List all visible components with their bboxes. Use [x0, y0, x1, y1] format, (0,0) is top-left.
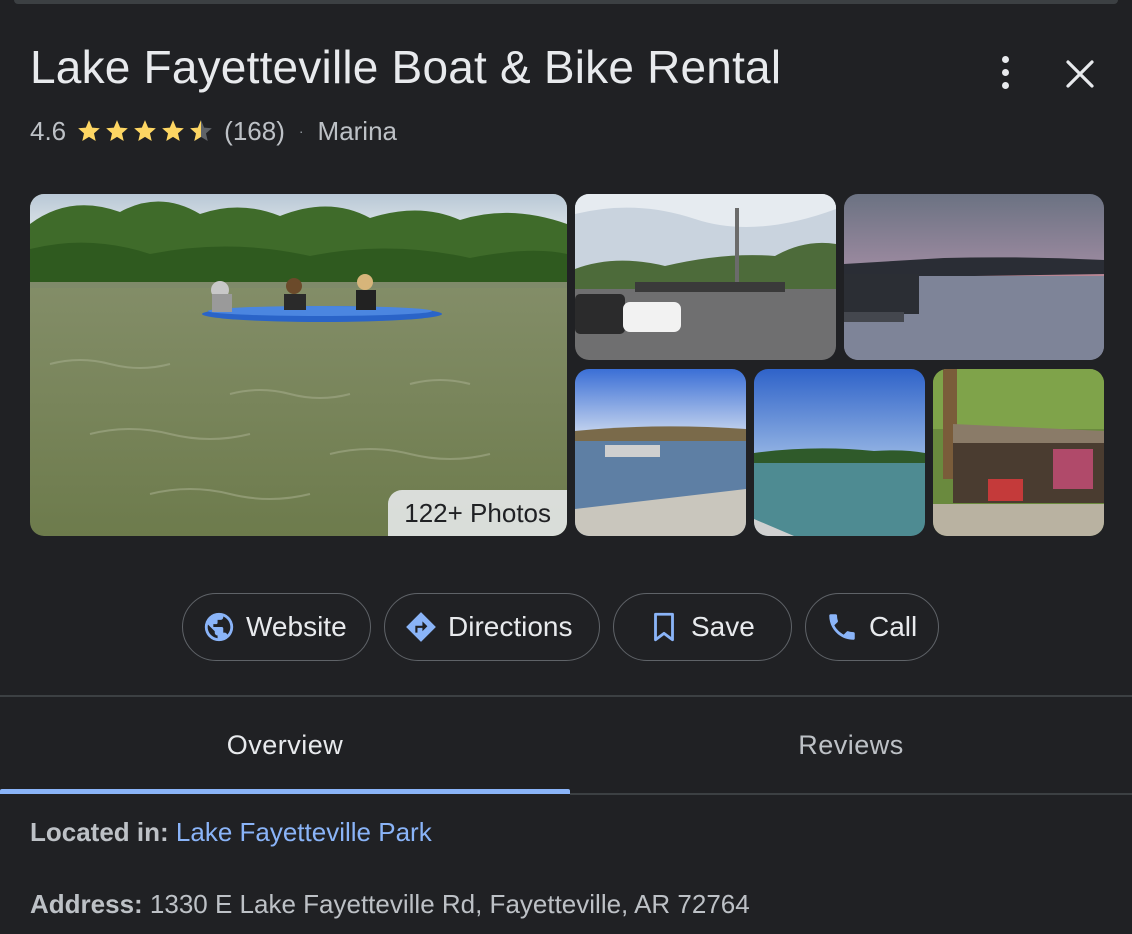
lake-dock-image: [575, 369, 746, 536]
action-buttons: Website Directions Save Call: [0, 593, 1132, 663]
star-icon: [134, 120, 156, 141]
active-tab-indicator: [0, 789, 570, 794]
close-icon: [1066, 60, 1094, 88]
main-photo[interactable]: 122+ Photos: [30, 194, 567, 536]
call-button[interactable]: Call: [805, 593, 939, 661]
close-button[interactable]: [1060, 54, 1100, 94]
place-category[interactable]: Marina: [318, 116, 397, 147]
photo-lake-dock[interactable]: [575, 369, 746, 536]
more-options-button[interactable]: [990, 50, 1022, 94]
address-row: Address: 1330 E Lake Fayetteville Rd, Fa…: [30, 889, 750, 920]
parking-lot-image: [575, 194, 836, 360]
open-lake-image: [754, 369, 925, 536]
website-button[interactable]: Website: [182, 593, 371, 661]
address-value[interactable]: 1330 E Lake Fayetteville Rd, Fayettevill…: [150, 889, 750, 919]
address-label: Address:: [30, 889, 150, 919]
directions-icon: [404, 610, 438, 644]
located-in-label: Located in:: [30, 817, 176, 847]
website-label: Website: [246, 611, 347, 642]
located-in-link[interactable]: Lake Fayetteville Park: [176, 817, 432, 847]
place-title: Lake Fayetteville Boat & Bike Rental: [30, 41, 782, 93]
located-in-row: Located in: Lake Fayetteville Park: [30, 817, 432, 848]
tab-reviews[interactable]: Reviews: [570, 697, 1132, 793]
review-count[interactable]: (168): [224, 116, 285, 147]
phone-icon: [825, 610, 859, 644]
rating-value: 4.6: [30, 115, 67, 146]
call-label: Call: [869, 611, 918, 642]
star-icon: [162, 120, 184, 141]
photo-open-lake[interactable]: [754, 369, 925, 536]
rating-stars: [76, 118, 216, 144]
lake-kayak-image: [30, 194, 567, 536]
shop-front-image: [933, 369, 1104, 536]
directions-label: Directions: [448, 611, 573, 642]
half-star-icon: [190, 120, 212, 141]
bookmark-icon: [647, 610, 681, 644]
save-label: Save: [691, 611, 755, 642]
photo-sunset[interactable]: [844, 194, 1104, 360]
save-button[interactable]: Save: [613, 593, 792, 661]
star-icon: [78, 120, 100, 141]
globe-icon: [202, 610, 236, 644]
directions-button[interactable]: Directions: [384, 593, 600, 661]
tabs-bottom-border: [570, 793, 1132, 795]
panel-top-edge: [14, 0, 1118, 4]
place-panel: Lake Fayetteville Boat & Bike Rental 4.6…: [0, 0, 1132, 934]
rating-row: 4.6 (168) · Marina: [30, 113, 397, 149]
photos-count-badge[interactable]: 122+ Photos: [388, 490, 567, 536]
photo-parking[interactable]: [575, 194, 836, 360]
separator-dot: ·: [298, 123, 304, 139]
tab-overview[interactable]: Overview: [0, 697, 570, 793]
star-icon: [106, 120, 128, 141]
sunset-lake-image: [844, 194, 1104, 360]
photo-shop[interactable]: [933, 369, 1104, 536]
